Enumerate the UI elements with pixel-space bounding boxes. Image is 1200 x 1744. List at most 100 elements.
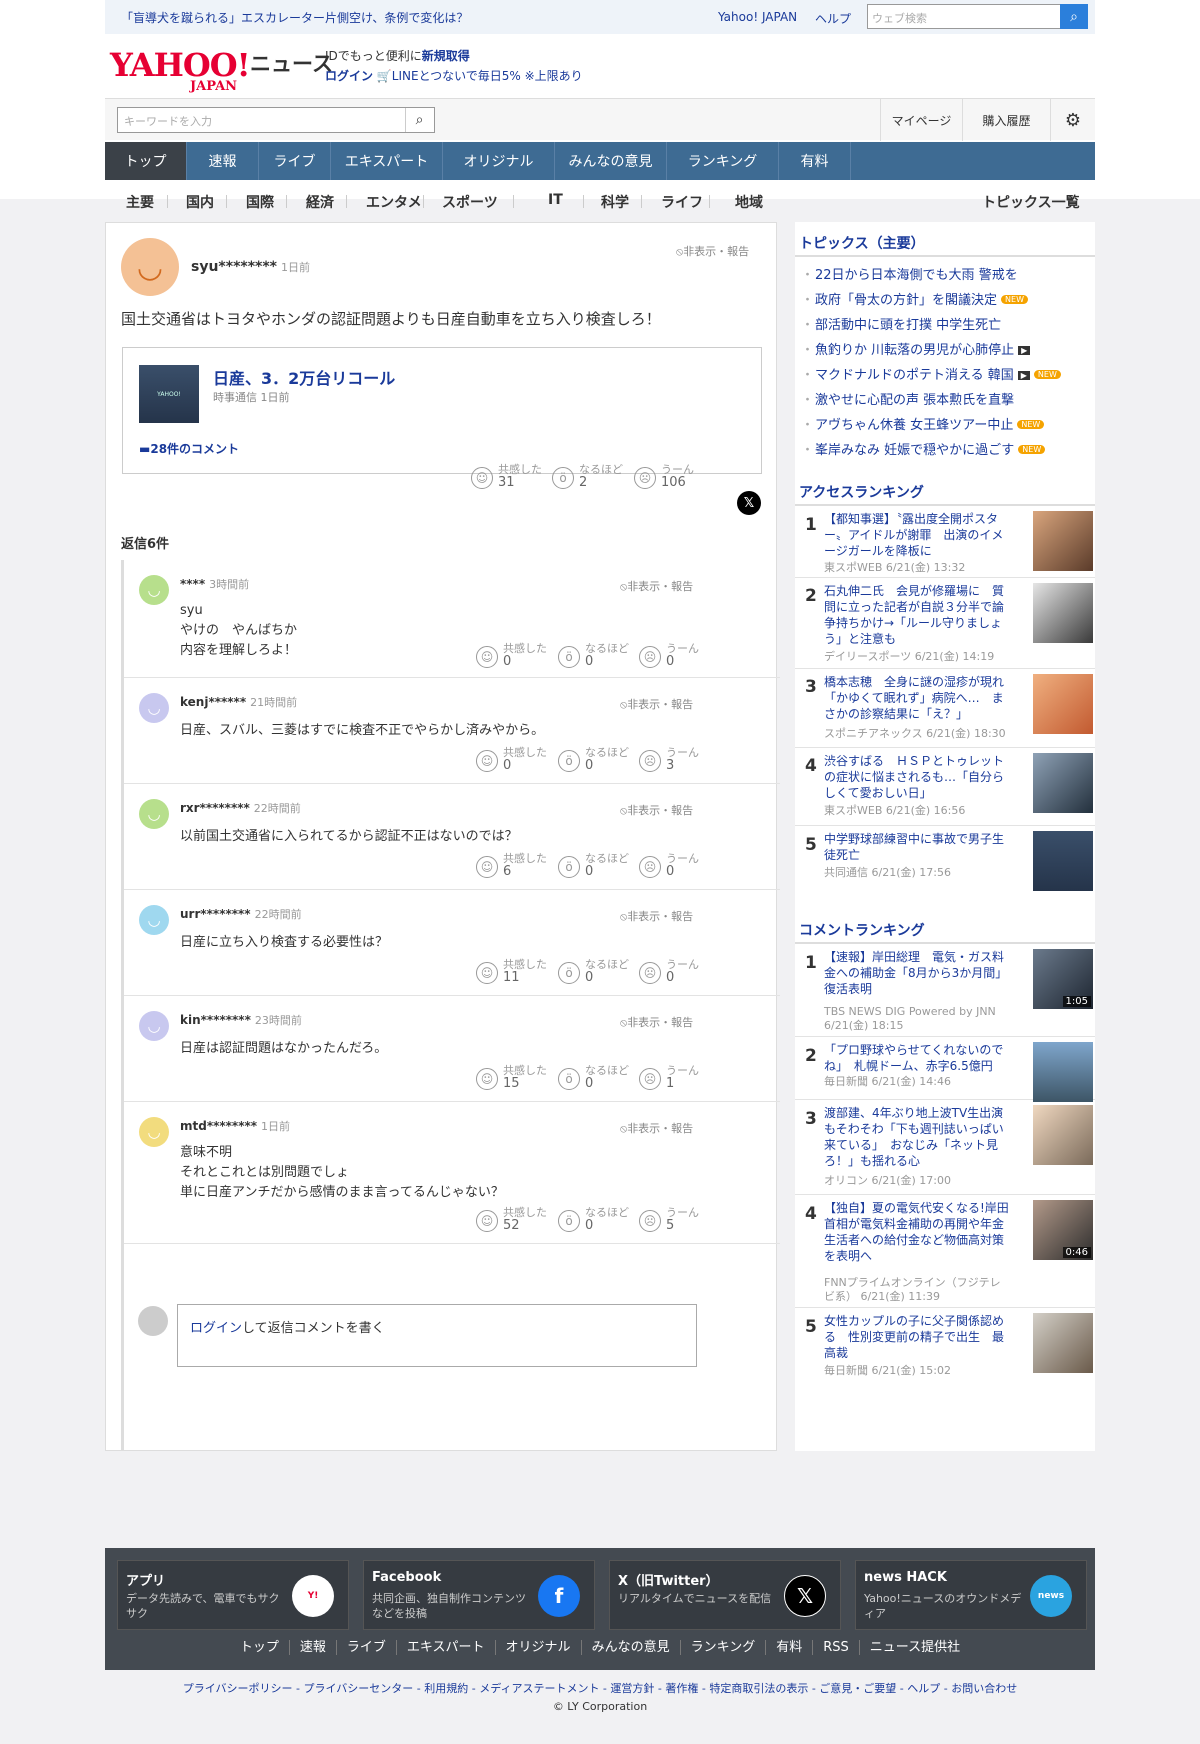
login-link[interactable]: ログイン [325, 69, 373, 83]
footer-link[interactable]: ニュース提供社 [860, 1640, 970, 1655]
gear-icon[interactable]: ⚙ [1050, 99, 1095, 141]
footer-card-facebook[interactable]: Facebook 共同企画、独自制作コンテンツなどを投稿 f [363, 1560, 595, 1630]
ranking-title[interactable]: 中学野球部練習中に事故で男子生徒死亡 [824, 831, 1009, 863]
topic-item[interactable]: 激やせに心配の声 張本勲氏を直撃 [801, 389, 1014, 408]
subnav-region[interactable]: 地域 [735, 192, 763, 212]
wow-button[interactable]: ö なるほど 0 [558, 1064, 629, 1090]
yahoo-japan-link[interactable]: Yahoo! JAPAN [718, 10, 797, 24]
article-card[interactable]: YAHOO! 日産、3．2万台リコール 時事通信 1日前 ▬28件のコメント [122, 347, 762, 474]
topic-item[interactable]: 峯岸みなみ 妊娠で穏やかに過ごすNEW [801, 439, 1046, 458]
ranking-thumbnail[interactable] [1033, 1313, 1093, 1373]
reply-login-link[interactable]: ログイン [190, 1321, 242, 1336]
yahoo-logo[interactable]: YAHOO! JAPAN [110, 46, 251, 94]
ranking-thumbnail[interactable] [1033, 1042, 1093, 1102]
hmm-button[interactable]: ☹ うーん 1 [639, 1064, 699, 1090]
topic-item[interactable]: アヴちゃん休養 女王蜂ツアー中止NEW [801, 414, 1045, 433]
footer-link[interactable]: 有料 [766, 1640, 814, 1655]
agree-button[interactable]: ☺ 共感した 0 [476, 746, 547, 772]
search-icon[interactable]: ⌕ [1060, 4, 1088, 29]
hide-report-link[interactable]: ⦸非表示・報告 [620, 1120, 693, 1136]
ranking-item[interactable]: 3 渡部建、4年ぶり地上波TV生出演もそわそわ「下も週刊誌いっぱい来ている」 お… [795, 1100, 1095, 1195]
ranking-item[interactable]: 2 石丸伸二氏 会見が修羅場に 質問に立った記者が自説３分半で論争持ちかけ→「ル… [795, 578, 1095, 669]
footer-card-app[interactable]: アプリ データ先読みで、電車でもサクサク Y! [117, 1560, 349, 1630]
topic-item[interactable]: 部活動中に頭を打撲 中学生死亡 [801, 314, 1001, 333]
ranking-item[interactable]: 1 【都知事選】〝露出度全開ポスター〟アイドルが謝罪 出演のイメージガールを降板… [795, 506, 1095, 578]
ranking-thumbnail[interactable] [1033, 753, 1093, 813]
ranking-thumbnail[interactable] [1033, 583, 1093, 643]
subnav-main[interactable]: 主要 [126, 192, 154, 212]
ranking-title[interactable]: 女性カップルの子に父子関係認める 性別変更前の精子で出生 最高裁 [824, 1313, 1009, 1361]
tab-breaking[interactable]: 速報 [187, 142, 259, 180]
ranking-item[interactable]: 4 渋谷すばる ＨＳＰとトゥレットの症状に悩まされるも…「自分らしくて愛おしい日… [795, 748, 1095, 826]
ranking-thumbnail[interactable] [1033, 831, 1093, 891]
hide-report-link[interactable]: ⦸非表示・報告 [620, 908, 693, 924]
hmm-button[interactable]: ☹ うーん 5 [639, 1206, 699, 1232]
logo-news-text[interactable]: ニュース [250, 48, 333, 78]
footer-link[interactable]: オリジナル [496, 1640, 582, 1655]
hide-report-link[interactable]: ⦸非表示・報告 [620, 1014, 693, 1030]
ranking-item[interactable]: 4 【独自】夏の電気代安くなる!岸田首相が電気料金補助の再開や年金生活者への給付… [795, 1195, 1095, 1308]
ranking-item[interactable]: 5 中学野球部練習中に事故で男子生徒死亡 共同通信 6/21(金) 17:56 [795, 826, 1095, 894]
wow-button[interactable]: ö なるほど 0 [558, 642, 629, 668]
tab-original[interactable]: オリジナル [443, 142, 555, 180]
footer-link[interactable]: ライブ [337, 1640, 397, 1655]
tab-paid[interactable]: 有料 [779, 142, 851, 180]
wow-button[interactable]: ö なるほど 0 [558, 746, 629, 772]
keyword-input[interactable]: キーワードを入力 [117, 107, 435, 133]
hmm-button[interactable]: ☹ うーん 106 [634, 463, 694, 489]
topic-item[interactable]: マクドナルドのポテト消える 韓国▶NEW [801, 364, 1061, 383]
hmm-button[interactable]: ☹ うーん 0 [639, 642, 699, 668]
subnav-it[interactable]: IT [548, 192, 563, 208]
hmm-button[interactable]: ☹ うーん 0 [639, 852, 699, 878]
mypage-link[interactable]: マイページ [880, 99, 962, 141]
ranking-item[interactable]: 1 【速報】岸田総理 電気・ガス料金への補助金「8月から3か月間」復活表明 TB… [795, 944, 1095, 1037]
hide-report-link[interactable]: ⦸非表示・報告 [620, 696, 693, 712]
tab-live[interactable]: ライブ [259, 142, 331, 180]
topic-item[interactable]: 22日から日本海側でも大雨 警戒を [801, 264, 1018, 283]
topics-list-link[interactable]: トピックス一覧 [982, 192, 1080, 212]
hmm-button[interactable]: ☹ うーん 0 [639, 958, 699, 984]
ranking-title[interactable]: 渡部建、4年ぶり地上波TV生出演もそわそわ「下も週刊誌いっぱい来ている」 おなじ… [824, 1105, 1009, 1169]
topic-item[interactable]: 魚釣りか 川転落の男児が心肺停止▶ [801, 339, 1031, 358]
hide-report-link[interactable]: ⦸非表示・報告 [620, 578, 693, 594]
ranking-title[interactable]: 「プロ野球やらせてくれないのでね」 札幌ドーム、赤字6.5億円 [824, 1042, 1009, 1074]
footer-link[interactable]: みんなの意見 [582, 1640, 681, 1655]
ranking-item[interactable]: 2 「プロ野球やらせてくれないのでね」 札幌ドーム、赤字6.5億円 毎日新聞 6… [795, 1037, 1095, 1102]
top-headline-link[interactable]: 「盲導犬を蹴られる」エスカレーター片側空け、条例で変化は？ [121, 9, 468, 26]
article-comment-count[interactable]: ▬28件のコメント [139, 440, 239, 457]
subnav-domestic[interactable]: 国内 [186, 192, 214, 212]
agree-button[interactable]: ☺ 共感した 15 [476, 1064, 547, 1090]
footer-link[interactable]: RSS [813, 1640, 860, 1655]
reply-login-box[interactable]: ログインして返信コメントを書く [177, 1304, 697, 1367]
ranking-thumbnail[interactable] [1033, 1105, 1093, 1165]
wow-button[interactable]: ö なるほど 2 [552, 463, 623, 489]
ranking-item[interactable]: 5 女性カップルの子に父子関係認める 性別変更前の精子で出生 最高裁 毎日新聞 … [795, 1308, 1095, 1388]
ranking-title[interactable]: 【都知事選】〝露出度全開ポスター〟アイドルが謝罪 出演のイメージガールを降板に [824, 511, 1009, 559]
subnav-sports[interactable]: スポーツ [442, 192, 498, 212]
tab-opinions[interactable]: みんなの意見 [555, 142, 667, 180]
ranking-title[interactable]: 橋本志穂 全身に謎の湿疹が現れ「かゆくて眠れず」病院へ… まさかの診察結果に「え… [824, 674, 1009, 722]
legal-links[interactable]: プライバシーポリシー - プライバシーセンター - 利用規約 - メディアステー… [0, 1680, 1200, 1696]
tab-top[interactable]: トップ [105, 142, 187, 180]
ranking-title[interactable]: 【速報】岸田総理 電気・ガス料金への補助金「8月から3か月間」復活表明 [824, 949, 1009, 997]
agree-button[interactable]: ☺ 共感した 6 [476, 852, 547, 878]
tab-expert[interactable]: エキスパート [331, 142, 443, 180]
line-link[interactable]: LINEとつないで毎日5% ※上限あり [392, 69, 583, 83]
tab-ranking[interactable]: ランキング [667, 142, 779, 180]
purchase-history-link[interactable]: 購入履歴 [962, 99, 1050, 141]
ranking-thumbnail[interactable] [1033, 511, 1093, 571]
topic-item[interactable]: 政府「骨太の方針」を閣議決定NEW [801, 289, 1028, 308]
agree-button[interactable]: ☺ 共感した 11 [476, 958, 547, 984]
agree-button[interactable]: ☺ 共感した 31 [471, 463, 542, 489]
hmm-button[interactable]: ☹ うーん 3 [639, 746, 699, 772]
hide-report-link[interactable]: ⦸非表示・報告 [676, 243, 749, 259]
ranking-title[interactable]: 石丸伸二氏 会見が修羅場に 質問に立った記者が自説３分半で論争持ちかけ→「ルール… [824, 583, 1009, 647]
subnav-entertainment[interactable]: エンタメ [366, 192, 422, 212]
x-share-icon[interactable]: 𝕏 [737, 491, 761, 515]
wow-button[interactable]: ö なるほど 0 [558, 852, 629, 878]
footer-card-newshack[interactable]: news HACK Yahoo!ニュースのオウンドメディア news [855, 1560, 1087, 1630]
help-link[interactable]: ヘルプ [815, 10, 851, 27]
subnav-economy[interactable]: 経済 [306, 192, 334, 212]
footer-link[interactable]: トップ [230, 1640, 290, 1655]
ranking-title[interactable]: 【独自】夏の電気代安くなる!岸田首相が電気料金補助の再開や年金生活者への給付金な… [824, 1200, 1009, 1264]
